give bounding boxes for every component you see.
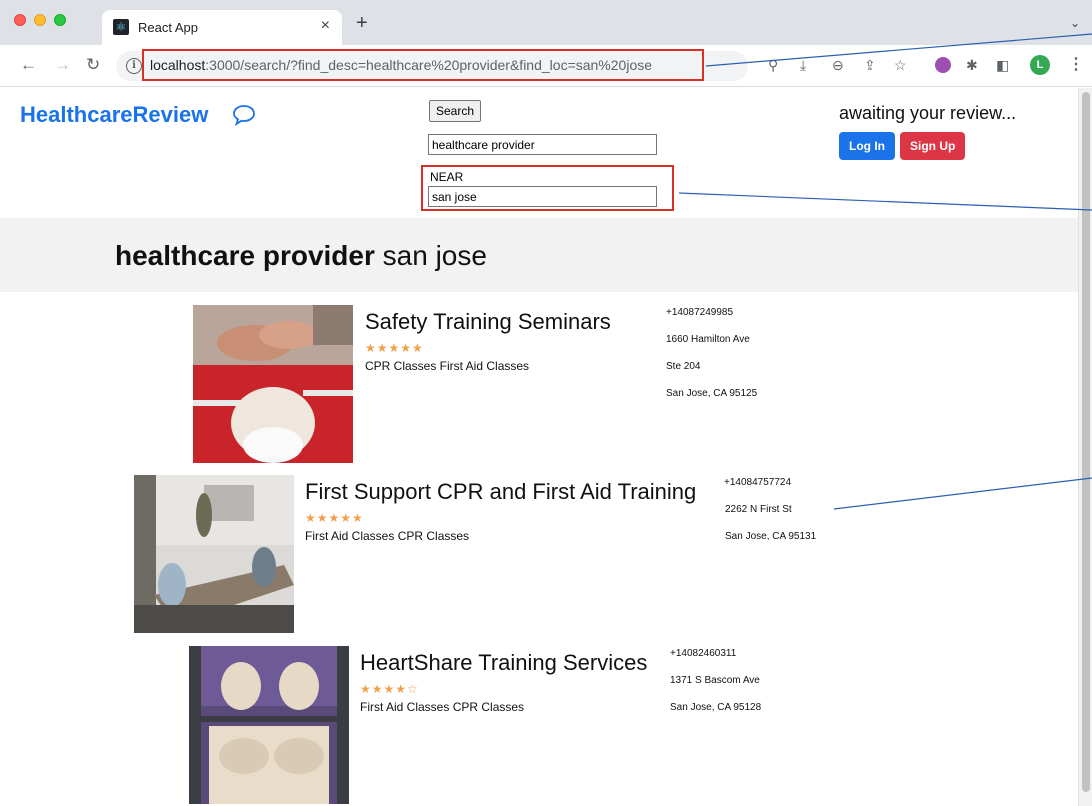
tab-search-chevron-icon[interactable]: ⌄ [1070, 16, 1080, 30]
browser-tab-bar: ⚛ React App × + ⌄ [0, 0, 1092, 45]
zoom-icon[interactable]: ⊖ [832, 56, 844, 74]
result-card[interactable]: HeartShare Training Services ★★★★☆ First… [189, 646, 809, 806]
result-photo[interactable] [189, 646, 349, 804]
scrollbar-thumb[interactable] [1082, 92, 1090, 792]
address-bar[interactable]: i localhost:3000/search/?find_desc=healt… [116, 49, 748, 81]
url-text[interactable]: localhost:3000/search/?find_desc=healthc… [150, 57, 652, 73]
puzzle-extensions-icon[interactable]: ✱ [966, 56, 978, 74]
business-categories: First Aid Classes CPR Classes [305, 529, 470, 543]
profile-avatar[interactable]: L [1030, 55, 1050, 75]
near-label: NEAR [430, 170, 464, 184]
new-tab-button[interactable]: + [356, 13, 368, 33]
search-summary-banner: healthcare provider san jose [0, 218, 1078, 292]
share-icon[interactable]: ⇪ [864, 56, 876, 74]
business-phone: +14084757724 [724, 477, 792, 488]
forward-arrow-icon[interactable]: → [54, 55, 71, 75]
url-highlight-box: localhost:3000/search/?find_desc=healthc… [142, 49, 704, 81]
bookmark-star-icon[interactable]: ☆ [894, 56, 907, 74]
business-name[interactable]: First Support CPR and First Aid Training [305, 479, 696, 505]
extension-icon[interactable] [935, 57, 951, 73]
minimize-window-button[interactable] [34, 14, 46, 26]
site-logo[interactable]: HealthcareReview [20, 102, 208, 128]
signup-button[interactable]: Sign Up [900, 132, 966, 160]
business-name[interactable]: Safety Training Seminars [365, 309, 611, 335]
business-address-line1: 1371 S Bascom Ave [670, 675, 760, 686]
back-arrow-icon[interactable]: ← [20, 55, 37, 75]
business-address-line1: 2262 N First St [725, 504, 792, 515]
awaiting-review-text: awaiting your review... [839, 103, 1017, 123]
close-window-button[interactable] [14, 14, 26, 26]
browser-tab[interactable]: ⚛ React App × [102, 10, 342, 45]
location-pin-icon[interactable]: ⚲ [768, 56, 778, 74]
page-scrollbar[interactable] [1078, 88, 1092, 806]
business-name[interactable]: HeartShare Training Services [360, 650, 647, 676]
business-categories: CPR Classes First Aid Classes [365, 359, 530, 373]
result-card[interactable]: Safety Training Seminars ★★★★★ CPR Class… [193, 305, 813, 465]
rating-stars: ★★★★★ [365, 341, 424, 355]
business-address-line1: 1660 Hamilton Ave [666, 334, 750, 345]
rating-stars: ★★★★☆ [360, 682, 419, 696]
rating-stars: ★★★★★ [305, 511, 364, 525]
find-loc-input[interactable] [428, 186, 657, 207]
login-button[interactable]: Log In [839, 132, 895, 160]
business-categories: First Aid Classes CPR Classes [360, 700, 525, 714]
speech-bubble-icon [233, 105, 255, 126]
result-card[interactable]: First Support CPR and First Aid Training… [134, 475, 834, 635]
install-app-icon[interactable]: ⤓ [800, 56, 806, 74]
tab-close-icon[interactable]: × [321, 17, 330, 35]
react-favicon-icon: ⚛ [113, 19, 129, 35]
search-button[interactable]: Search [429, 100, 482, 122]
business-address-line2: Ste 204 [666, 361, 701, 372]
tab-title: React App [138, 20, 198, 35]
side-panel-icon[interactable]: ◧ [996, 56, 1009, 74]
reload-icon[interactable]: ↻ [86, 55, 100, 75]
maximize-window-button[interactable] [54, 14, 66, 26]
business-city: San Jose, CA 95128 [670, 702, 762, 713]
menu-dots-icon[interactable]: ⋮ [1068, 54, 1084, 74]
business-phone: +14087249985 [666, 307, 734, 318]
business-phone: +14082460311 [670, 648, 737, 659]
business-city: San Jose, CA 95131 [725, 531, 817, 542]
result-photo[interactable] [134, 475, 294, 633]
site-info-icon[interactable]: i [126, 58, 142, 74]
business-city: San Jose, CA 95125 [666, 388, 758, 399]
browser-toolbar: ← → ↻ i localhost:3000/search/?find_desc… [0, 45, 1092, 87]
result-photo[interactable] [193, 305, 353, 463]
page-content: HealthcareReview Search NEAR awaiting yo… [0, 88, 1078, 806]
find-desc-input[interactable] [428, 134, 657, 155]
search-summary-text: healthcare provider san jose [115, 240, 487, 271]
